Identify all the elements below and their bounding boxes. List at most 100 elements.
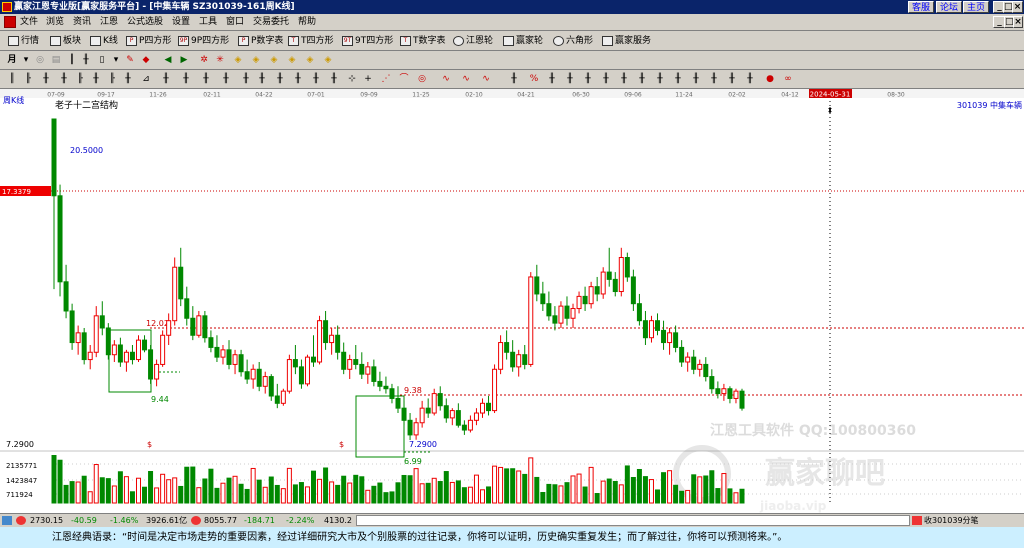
arrow-down-icon[interactable]: ▾ — [110, 54, 122, 66]
tool-gann-wheel[interactable]: 江恩轮 — [453, 33, 493, 49]
bar-icon[interactable]: ╫ — [40, 73, 52, 85]
percent-icon[interactable]: % — [528, 73, 540, 85]
tool-blocks[interactable]: 板块 — [50, 33, 81, 49]
volume-bar — [407, 475, 413, 504]
line-icon[interactable]: ╫ — [256, 73, 268, 85]
menu-formula[interactable]: 公式选股 — [127, 16, 163, 29]
kline-chart[interactable]: 07-09 09-17 11-26 02-11 04-22 07-01 09-09 11-25… — [0, 89, 1024, 513]
line-icon[interactable]: ╫ — [582, 73, 594, 85]
tool-kline[interactable]: K线 — [90, 33, 118, 49]
line-icon[interactable]: ╫ — [200, 73, 212, 85]
menu-gann[interactable]: 江恩 — [100, 16, 118, 29]
horizontal-scrollbar[interactable] — [356, 515, 910, 526]
menu-file[interactable]: 文件 — [20, 16, 38, 29]
bar-icon[interactable]: ╟ — [22, 73, 34, 85]
tool-service[interactable]: 赢家服务 — [602, 33, 651, 49]
period-month-button[interactable]: 月 — [6, 54, 18, 66]
line-icon[interactable]: ╫ — [636, 73, 648, 85]
date-tick-label: 02-10 — [465, 92, 483, 99]
tool-9p-square[interactable]: 9P 9P四方形 — [178, 33, 229, 49]
diamond-icon[interactable]: ◈ — [322, 54, 334, 66]
menu-trade[interactable]: 交易委托 — [253, 16, 289, 29]
wave-icon[interactable]: ∿ — [480, 73, 492, 85]
cursor-icon[interactable]: ⊹ — [346, 73, 358, 85]
menu-news[interactable]: 资讯 — [73, 16, 91, 29]
line-icon[interactable]: ╫ — [744, 73, 756, 85]
wave-icon[interactable]: ∿ — [440, 73, 452, 85]
bar-icon[interactable]: ╟ — [74, 73, 86, 85]
menu-help[interactable]: 帮助 — [298, 16, 316, 29]
diamond-icon[interactable]: ◈ — [286, 54, 298, 66]
dropdown-arrow-icon[interactable]: ▾ — [20, 54, 32, 66]
bar-icon[interactable]: ╫ — [58, 73, 70, 85]
menu-settings[interactable]: 设置 — [172, 16, 190, 29]
line-icon[interactable]: ╫ — [708, 73, 720, 85]
candle-icon[interactable]: ▯ — [96, 54, 108, 66]
bar-icon[interactable]: ╟ — [106, 73, 118, 85]
line-icon[interactable]: ╫ — [726, 73, 738, 85]
gear-icon[interactable]: ✲ — [198, 54, 210, 66]
service-link[interactable]: 客服 — [908, 1, 935, 13]
line-icon[interactable]: ╫ — [328, 73, 340, 85]
line-icon[interactable]: ╫ — [292, 73, 304, 85]
tool-quotes[interactable]: 行情 — [8, 33, 39, 49]
diamond-icon[interactable]: ◈ — [268, 54, 280, 66]
mdi-close-button[interactable]: × — [1013, 16, 1023, 28]
tool-t-square[interactable]: T T四方形 — [288, 33, 334, 49]
tool-t-table[interactable]: T T数字表 — [400, 33, 446, 49]
line-icon[interactable]: ╫ — [546, 73, 558, 85]
fan-icon[interactable]: ⊿ — [140, 73, 152, 85]
candle-body — [244, 371, 250, 380]
tool-hexagon[interactable]: 六角形 — [553, 33, 593, 49]
last-icon[interactable]: ▶ — [178, 54, 190, 66]
chart-area[interactable]: 07-09 09-17 11-26 02-11 04-22 07-01 09-09 11-25… — [0, 89, 1024, 513]
menu-tools[interactable]: 工具 — [199, 16, 217, 29]
ruler-icon[interactable]: ╫ — [508, 73, 520, 85]
line-icon[interactable]: ╫ — [160, 73, 172, 85]
keyboard-icon[interactable] — [2, 516, 12, 525]
home-link[interactable]: 主页 — [963, 1, 990, 13]
zoom-icon[interactable]: ▤ — [50, 54, 62, 66]
tool-9t-square[interactable]: 9T 9T四方形 — [342, 33, 393, 49]
wave-icon[interactable]: ∿ — [460, 73, 472, 85]
color-icon[interactable]: ● — [764, 73, 776, 85]
ohlc-icon[interactable]: ╫ — [80, 54, 92, 66]
volume-bar — [280, 488, 286, 504]
diamond-icon[interactable]: ◈ — [250, 54, 262, 66]
spiral-icon[interactable]: ◎ — [416, 73, 428, 85]
star-icon[interactable]: ✳ — [214, 54, 226, 66]
line-icon[interactable]: ╫ — [690, 73, 702, 85]
tool-p-square[interactable]: P P四方形 — [126, 33, 171, 49]
fill-icon[interactable]: ◆ — [140, 54, 152, 66]
line-icon[interactable]: ╫ — [310, 73, 322, 85]
drawing-icon[interactable]: ✎ — [124, 54, 136, 66]
forum-link[interactable]: 论坛 — [936, 1, 963, 13]
bar-icon[interactable]: ║ — [6, 73, 18, 85]
line-icon[interactable]: ╫ — [600, 73, 612, 85]
bar-icon[interactable]: ╫ — [90, 73, 102, 85]
tool-winner-wheel[interactable]: 赢家轮 — [503, 33, 543, 49]
first-icon[interactable]: ◀ — [162, 54, 174, 66]
link-icon[interactable]: ∞ — [782, 73, 794, 85]
search-icon[interactable]: ◎ — [34, 54, 46, 66]
line-icon[interactable]: ╫ — [654, 73, 666, 85]
diamond-icon[interactable]: ◈ — [304, 54, 316, 66]
arc-icon[interactable]: ⌒ — [398, 73, 410, 85]
diamond-icon[interactable]: ◈ — [232, 54, 244, 66]
trend-icon[interactable]: ⋰ — [380, 73, 392, 85]
menu-browse[interactable]: 浏览 — [46, 16, 64, 29]
bar-chart-icon[interactable]: ┃ — [66, 54, 78, 66]
line-icon[interactable]: ╫ — [672, 73, 684, 85]
close-button[interactable]: × — [1012, 1, 1023, 13]
line-icon[interactable]: ╫ — [618, 73, 630, 85]
menu-window[interactable]: 窗口 — [226, 16, 244, 29]
tool-p-table[interactable]: P P数字表 — [238, 33, 283, 49]
line-icon[interactable]: ╫ — [180, 73, 192, 85]
line-icon[interactable]: ╫ — [564, 73, 576, 85]
line-icon[interactable]: ╫ — [240, 73, 252, 85]
bar-icon[interactable]: ╫ — [122, 73, 134, 85]
volume-bar — [558, 485, 564, 504]
line-icon[interactable]: ╫ — [220, 73, 232, 85]
crosshair-icon[interactable]: + — [362, 73, 374, 85]
line-icon[interactable]: ╫ — [274, 73, 286, 85]
